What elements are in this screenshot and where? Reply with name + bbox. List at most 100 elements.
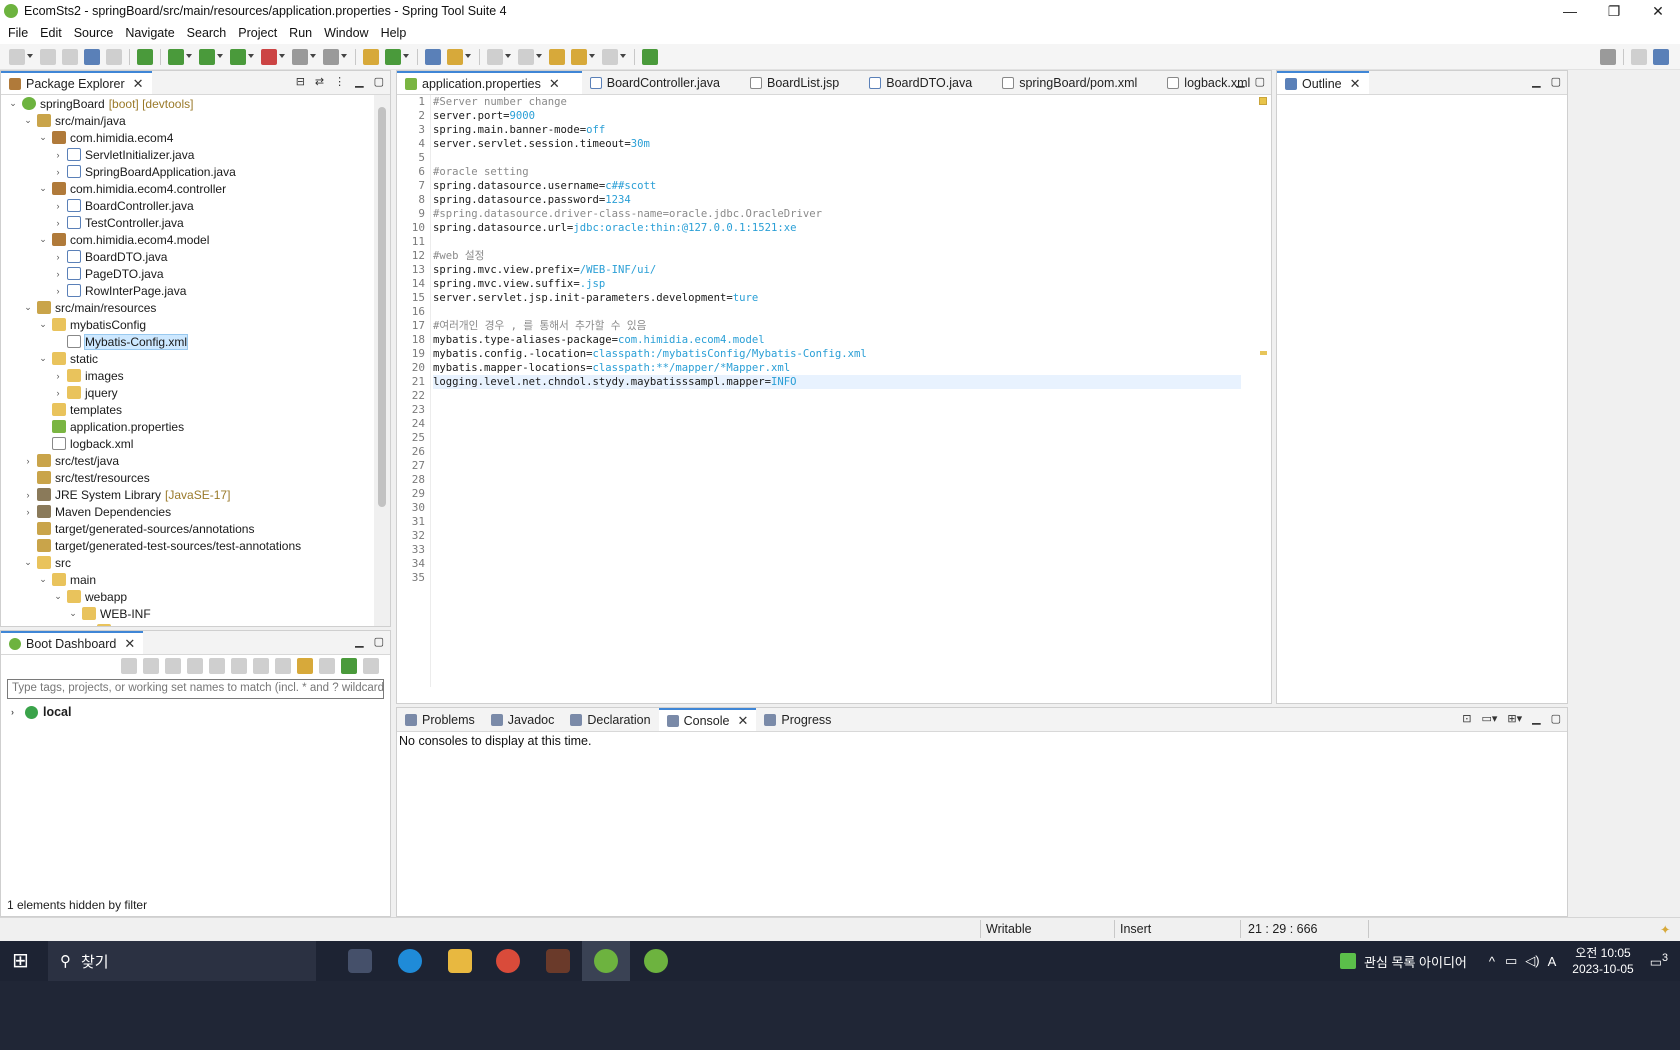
chevron-right-icon[interactable]: ›	[52, 388, 64, 398]
maximize-icon[interactable]: ▢	[1551, 75, 1561, 88]
code-line[interactable]: spring.datasource.username=c##scott	[433, 179, 1241, 193]
network-icon[interactable]: ▭	[1505, 953, 1517, 969]
view-menu-icon[interactable]	[363, 658, 379, 674]
chevron-down-icon[interactable]	[186, 53, 192, 60]
code-line[interactable]: mybatis.type-aliases-package=com.himidia…	[433, 333, 1241, 347]
stop-icon[interactable]	[165, 658, 181, 674]
tree-item[interactable]: › PageDTO.java	[1, 265, 374, 282]
console-tab[interactable]: Problems	[397, 708, 483, 731]
tree-item[interactable]: ⌄ com.himidia.ecom4.controller	[1, 180, 374, 197]
chevron-right-icon[interactable]: ›	[52, 286, 64, 296]
open-console-icon[interactable]	[209, 658, 225, 674]
spring-tool-suite-icon[interactable]	[644, 949, 668, 973]
widget-icon[interactable]	[1339, 953, 1356, 969]
close-icon[interactable]: ✕	[1350, 76, 1361, 92]
tree-item[interactable]: › BoardDTO.java	[1, 248, 374, 265]
tree-item[interactable]: ⌄ src/main/resources	[1, 299, 374, 316]
minimize-button[interactable]: —	[1548, 0, 1592, 22]
file-explorer-icon[interactable]	[448, 949, 472, 973]
minimize-icon[interactable]: ▁	[1532, 712, 1540, 725]
code-line[interactable]: #Server number change	[433, 95, 1241, 109]
chevron-down-icon[interactable]: ⌄	[22, 115, 34, 126]
skip-breakpoints-icon[interactable]	[106, 48, 122, 65]
status-insert-mode[interactable]: Insert	[1120, 922, 1151, 936]
chevron-right-icon[interactable]: ›	[52, 252, 64, 262]
tab-package-explorer[interactable]: Package Explorer ✕	[1, 71, 152, 94]
chevron-down-icon[interactable]: ⌄	[82, 625, 94, 626]
run-icon[interactable]	[199, 48, 215, 65]
tray-text[interactable]: 관심 목록 아이디어	[1364, 952, 1467, 971]
chevron-down-icon[interactable]	[279, 53, 285, 60]
vertical-scrollbar[interactable]	[374, 95, 390, 626]
navigate-icon[interactable]	[231, 658, 247, 674]
tree-item[interactable]: ⌄ com.himidia.ecom4.model	[1, 231, 374, 248]
input-language-icon[interactable]: A	[1548, 954, 1557, 969]
chevron-down-icon[interactable]: ⌄	[7, 98, 19, 109]
tree-item[interactable]: › TestController.java	[1, 214, 374, 231]
code-line[interactable]: mybatis.mapper-locations=classpath:**/ma…	[433, 361, 1241, 375]
display-console-icon[interactable]: ▭▾	[1481, 712, 1497, 725]
minimize-icon[interactable]: ▁	[355, 635, 363, 648]
chevron-down-icon[interactable]: ⌄	[67, 608, 79, 619]
menu-navigate[interactable]: Navigate	[119, 26, 180, 40]
editor-tab[interactable]: BoardController.java	[582, 71, 742, 94]
external-tools-icon[interactable]	[261, 48, 277, 65]
code-line[interactable]	[433, 389, 1241, 403]
overview-ruler-marker[interactable]	[1260, 351, 1267, 355]
chevron-right-icon[interactable]: ›	[52, 201, 64, 211]
debug-icon[interactable]	[168, 48, 184, 65]
new-java-package-icon[interactable]	[363, 48, 379, 65]
menu-project[interactable]: Project	[232, 26, 283, 40]
code-line[interactable]	[433, 305, 1241, 319]
editor-tab[interactable]: BoardDTO.java	[861, 71, 994, 94]
menu-search[interactable]: Search	[181, 26, 233, 40]
tree-item[interactable]: › ServletInitializer.java	[1, 146, 374, 163]
chevron-down-icon[interactable]	[341, 53, 347, 60]
properties-icon[interactable]	[275, 658, 291, 674]
code-line[interactable]: #web 설정	[433, 249, 1241, 263]
maximize-icon[interactable]: ▢	[374, 75, 384, 88]
boot-local-node[interactable]: › local	[1, 701, 390, 723]
chevron-down-icon[interactable]	[465, 53, 471, 60]
boot-icon[interactable]	[137, 48, 153, 65]
open-type-icon[interactable]	[425, 48, 441, 65]
maximize-icon[interactable]: ▢	[1255, 75, 1265, 88]
view-menu-icon[interactable]: ⋮	[334, 75, 345, 88]
code-line[interactable]: spring.main.banner-mode=off	[433, 123, 1241, 137]
code-line[interactable]	[433, 529, 1241, 543]
tree-item[interactable]: › SpringBoardApplication.java	[1, 163, 374, 180]
close-window-button[interactable]: ✕	[1636, 0, 1680, 22]
code-line[interactable]	[433, 543, 1241, 557]
code-line[interactable]: server.servlet.jsp.init-parameters.devel…	[433, 291, 1241, 305]
chevron-down-icon[interactable]: ⌄	[22, 557, 34, 568]
chevron-down-icon[interactable]	[403, 53, 409, 60]
code-line[interactable]	[433, 445, 1241, 459]
menu-file[interactable]: File	[2, 26, 34, 40]
chevron-down-icon[interactable]	[248, 53, 254, 60]
tree-item[interactable]: ⌄ WEB-INF	[1, 605, 374, 622]
maximize-icon[interactable]: ▢	[374, 635, 384, 648]
edit-icon[interactable]	[253, 658, 269, 674]
perspective-java-icon[interactable]	[1631, 49, 1647, 65]
chevron-down-icon[interactable]: ⌄	[22, 302, 34, 313]
code-line[interactable]	[433, 557, 1241, 571]
spring-tool-suite-icon[interactable]	[594, 949, 618, 973]
code-line[interactable]	[433, 235, 1241, 249]
code-line[interactable]	[433, 487, 1241, 501]
last-edit-icon[interactable]	[549, 48, 565, 65]
tree-item[interactable]: ⌄ springBoard [boot] [devtools]	[1, 95, 374, 112]
volume-icon[interactable]: ◁)	[1525, 953, 1539, 969]
open-browser-icon[interactable]	[187, 658, 203, 674]
tree-item[interactable]: target/generated-test-sources/test-annot…	[1, 537, 374, 554]
close-icon[interactable]: ✕	[124, 636, 135, 652]
chevron-down-icon[interactable]	[505, 53, 511, 60]
debug-icon[interactable]	[143, 658, 159, 674]
chevron-right-icon[interactable]: ›	[52, 167, 64, 177]
code-line[interactable]: spring.datasource.password=1234	[433, 193, 1241, 207]
chevron-down-icon[interactable]	[310, 53, 316, 60]
chevron-right-icon[interactable]: ›	[22, 507, 34, 517]
tree-item[interactable]: Mybatis-Config.xml	[1, 333, 374, 350]
chevron-right-icon[interactable]: ›	[52, 218, 64, 228]
tree-item[interactable]: › JRE System Library [JavaSE-17]	[1, 486, 374, 503]
tree-item[interactable]: ⌄ main	[1, 571, 374, 588]
